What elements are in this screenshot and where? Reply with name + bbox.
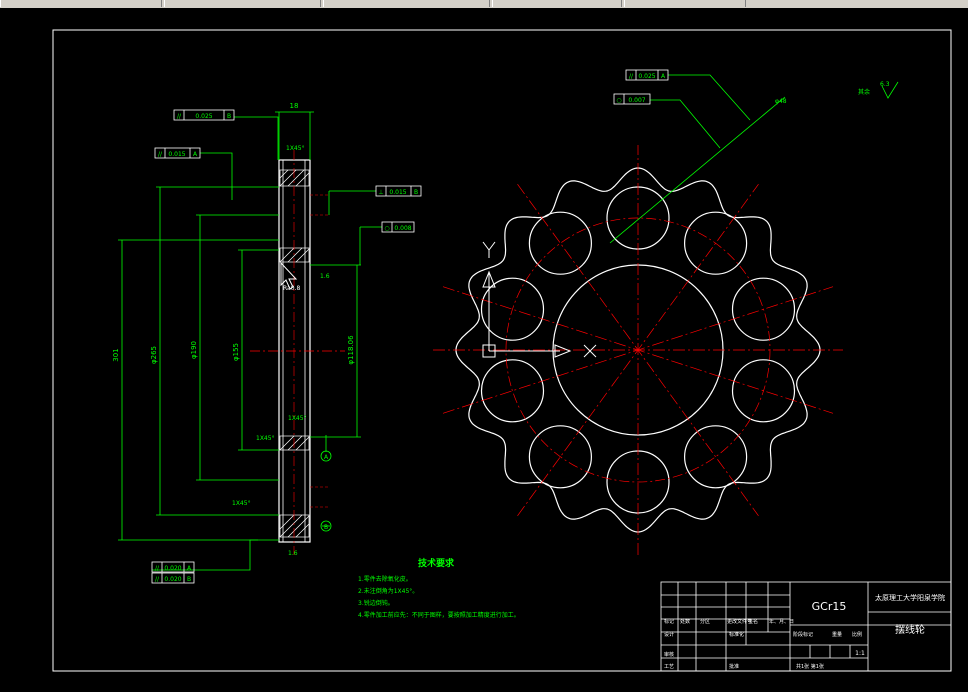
tb-ratio: 比例 [852,631,862,638]
tb-sheet: 共1张 第1张 [796,663,824,670]
school-name: 太原理工大学阳泉学院 [875,593,945,602]
roughness-label-3: Ra0.8 [283,285,300,292]
material-label: GCr15 [812,600,847,613]
technical-requirements: 技术要求 1.零件去除氧化皮。 2.未注倒角为1X45°。 3.锐边倒钝。 4.… [358,557,520,619]
svg-text:A: A [187,565,192,572]
svg-text:0.020: 0.020 [164,565,181,572]
cad-drawing-canvas[interactable]: 301 φ265 φ190 φ155 φ118.06 18 1X45° 1X45… [0,8,968,692]
roughness-other-label: 其余 [858,88,870,96]
tol-frame-gear-top: // 0.025 A [625,69,669,81]
roughness-value: 6.3 [880,81,890,88]
tb-standard: 标准化 [729,631,744,638]
svg-text:0.025: 0.025 [195,113,212,120]
datum-b-label: B [324,524,328,531]
title-block-text: GCr15 太原理工大学阳泉学院 摆线轮 1:1 标记 处数 分区 更改文件号 … [664,593,945,670]
svg-text:⊥: ⊥ [378,189,383,196]
chamfer-label-4: 1X45° [232,500,251,507]
dim-outer-diameter: 301 [112,348,120,361]
svg-text:A: A [661,73,666,80]
tol-frame-left-top2: // 0.015 A [154,147,201,159]
tech-note-2: 2.未注倒角为1X45°。 [358,587,418,595]
tech-note-4: 4.零件加工前应先：不同于图样，要按照加工精度进行加工。 [358,611,520,619]
tol-frame-left-top1: // 0.025 B [173,109,235,121]
chamfer-label-3: 1X45° [288,415,307,422]
tb-h1: 处数 [680,618,690,625]
tol-frame-gear-circ: ○ 0.007 [613,93,651,105]
section-view: 301 φ265 φ190 φ155 φ118.06 18 1X45° 1X45… [112,102,382,571]
tb-stage: 阶段标记 [793,631,813,638]
roughness-label-2: 1.6 [288,550,298,557]
svg-text:0.008: 0.008 [394,225,411,232]
tech-note-1: 1.零件去除氧化皮。 [358,575,412,583]
svg-text:B: B [414,189,418,196]
svg-text://: // [629,73,634,80]
tab-3[interactable] [323,0,490,7]
dim-bolt-diameter: φ190 [190,341,198,359]
datum-a-label: A [324,454,329,461]
drawing-svg: 301 φ265 φ190 φ155 φ118.06 18 1X45° 1X45… [52,29,952,672]
tb-weight: 重量 [832,631,842,638]
svg-text:A: A [193,151,198,158]
svg-text:○: ○ [616,97,621,104]
ucs-icon [482,241,597,358]
svg-text:0.007: 0.007 [628,97,645,104]
svg-text:0.015: 0.015 [389,189,406,196]
tab-4[interactable] [492,0,622,7]
svg-text://: // [155,576,160,583]
svg-text:B: B [227,113,231,120]
tab-5[interactable] [624,0,746,7]
dim-width: 18 [290,102,299,110]
tb-design: 设计 [664,631,674,638]
part-name: 摆线轮 [895,623,925,636]
dim-root-diameter: φ265 [150,346,158,364]
tb-review: 审核 [664,651,674,658]
tb-h0: 标记 [664,618,674,625]
svg-text:○: ○ [384,225,389,232]
tab-2[interactable] [164,0,321,7]
roughness-label-1: 1.6 [320,273,330,280]
cycloid-gear-view: φ48 其余 6.3 // 0.025 A ○ 0.007 [433,69,899,555]
chamfer-label-1: 1X45° [286,145,305,152]
svg-text:0.020: 0.020 [164,576,181,583]
tb-approve: 批准 [729,663,739,670]
svg-text://: // [155,565,160,572]
svg-text:0.015: 0.015 [168,151,185,158]
tech-notes-title: 技术要求 [418,557,455,569]
svg-text:B: B [187,576,191,583]
tol-frame-bottom1: // 0.020 A [151,561,195,573]
dim-bore-diameter: φ118.06 [347,335,355,365]
svg-text://: // [177,113,182,120]
tb-h5: 年、月、日 [769,618,794,625]
svg-text:0.025: 0.025 [638,73,655,80]
hole-diameter-label: φ48 [775,98,787,105]
tb-process: 工艺 [664,664,674,670]
tol-frame-right-perp: ⊥ 0.015 B [375,185,422,197]
tab-1[interactable] [0,0,162,7]
scale-value: 1:1 [855,650,865,657]
tol-frame-right-circ: ○ 0.008 [381,221,415,233]
tb-h4: 签名 [748,618,758,625]
tol-frame-bottom2: // 0.020 B [151,572,195,584]
tb-h2: 分区 [700,618,710,625]
pin-hole [528,211,593,275]
tech-note-3: 3.锐边倒钝。 [358,599,394,607]
chamfer-label-2: 1X45° [256,435,275,442]
dim-inner-diameter: φ155 [232,343,240,361]
svg-text://: // [158,151,163,158]
